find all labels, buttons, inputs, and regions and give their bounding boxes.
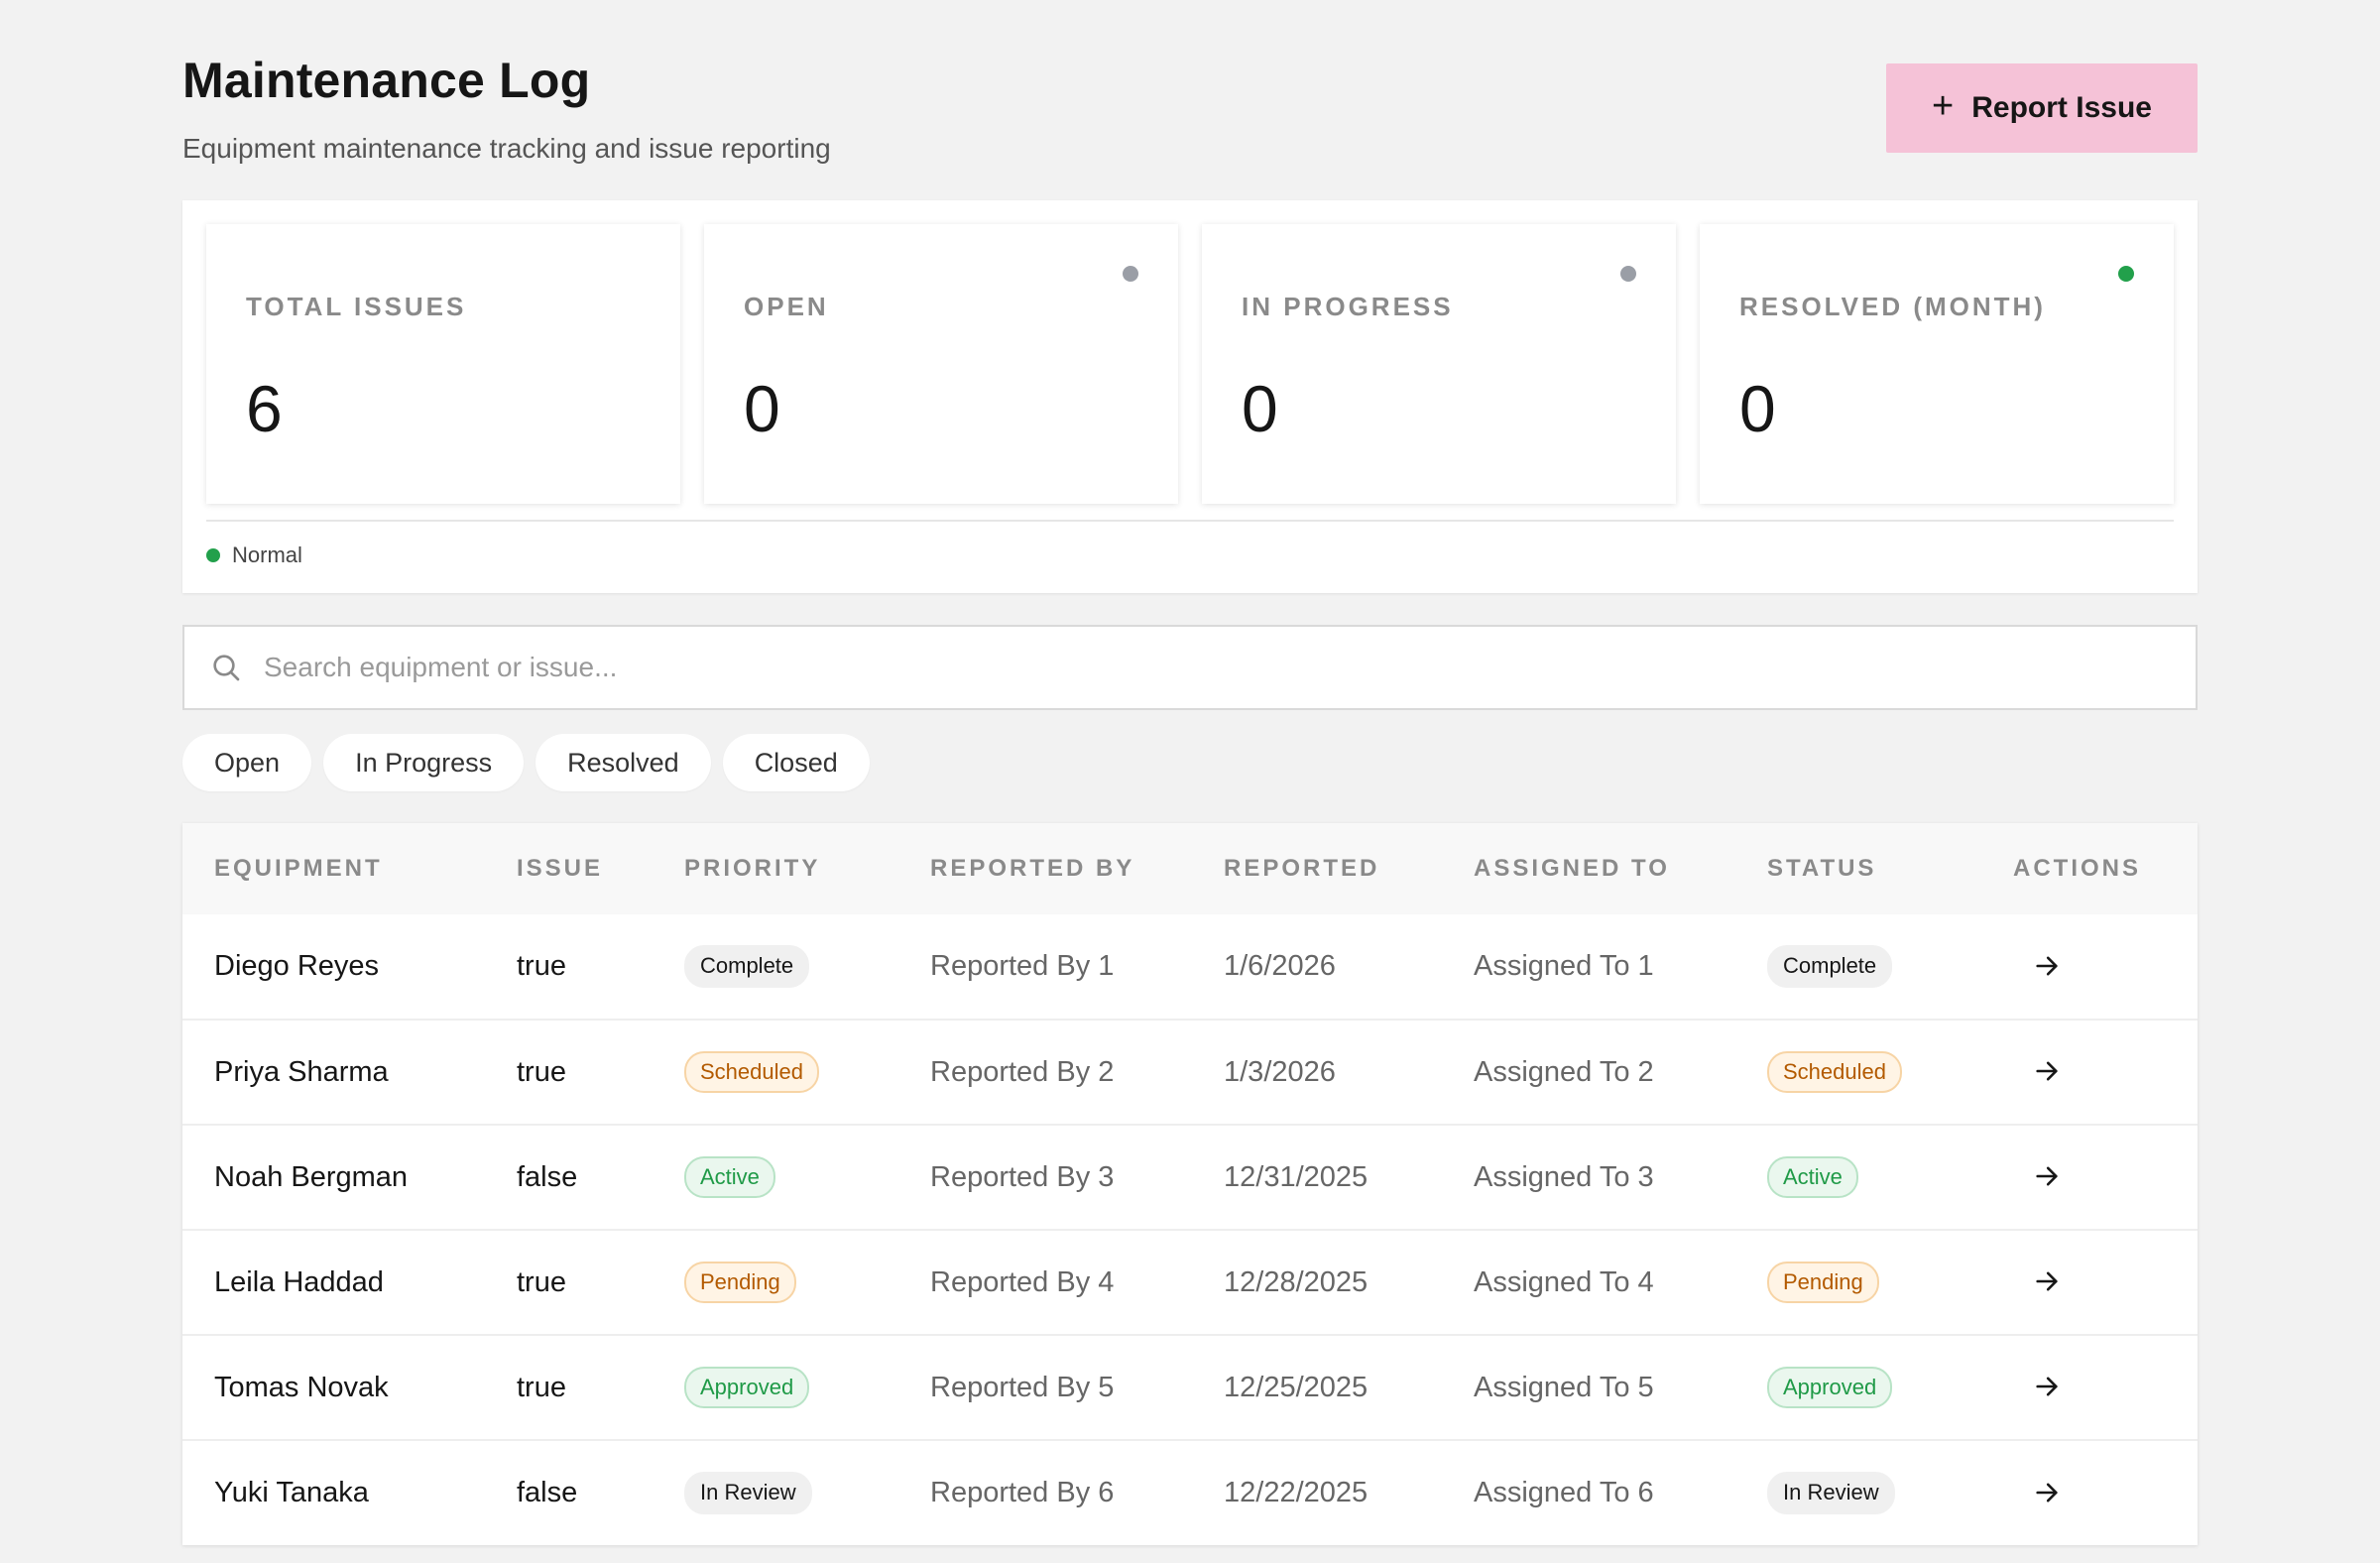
status-dot-icon (2118, 266, 2134, 282)
arrow-right-icon[interactable] (2027, 1262, 2067, 1301)
cell-reported: 1/3/2026 (1224, 1055, 1336, 1088)
column-header-reported[interactable]: REPORTED (1192, 823, 1442, 914)
stat-value: 0 (1242, 372, 1278, 445)
table-row[interactable]: Noah Bergman false Active Reported By 3 … (182, 1125, 2198, 1230)
stats-panel: TOTAL ISSUES 6 OPEN 0 IN PROGRESS 0 RESO… (182, 200, 2198, 593)
cell-assigned-to: Assigned To 5 (1474, 1371, 1654, 1403)
table-row[interactable]: Diego Reyes true Complete Reported By 1 … (182, 914, 2198, 1020)
column-header-equipment[interactable]: EQUIPMENT (182, 823, 485, 914)
arrow-right-icon[interactable] (2027, 1473, 2067, 1512)
cell-equipment: Noah Bergman (214, 1160, 409, 1193)
cell-reported-by: Reported By 3 (930, 1160, 1115, 1193)
stat-value: 0 (1739, 372, 1776, 445)
cell-assigned-to: Assigned To 2 (1474, 1055, 1654, 1088)
cell-reported-by: Reported By 6 (930, 1477, 1115, 1508)
stat-card-open: OPEN 0 (704, 224, 1178, 504)
cell-equipment: Tomas Novak (214, 1371, 389, 1403)
column-header-assigned-to[interactable]: ASSIGNED TO (1442, 823, 1735, 914)
priority-badge: In Review (684, 1472, 812, 1514)
cell-equipment: Diego Reyes (214, 950, 380, 982)
column-header-reported-by[interactable]: REPORTED BY (898, 823, 1192, 914)
cell-reported: 12/31/2025 (1224, 1160, 1368, 1193)
search-icon (210, 652, 242, 683)
arrow-right-icon[interactable] (2027, 1367, 2067, 1406)
status-badge: Approved (1767, 1366, 1893, 1409)
status-filters: Open In Progress Resolved Closed (182, 734, 870, 791)
filter-chip-in-progress[interactable]: In Progress (323, 734, 525, 791)
stat-value: 6 (246, 372, 283, 445)
cell-issue: false (517, 1160, 578, 1193)
stat-label: IN PROGRESS (1242, 292, 1454, 321)
status-badge: Active (1767, 1155, 1858, 1199)
status-badge: Scheduled (1767, 1050, 1902, 1094)
search-input[interactable] (264, 652, 2148, 683)
cell-assigned-to: Assigned To 1 (1474, 950, 1654, 982)
report-issue-button[interactable]: + Report Issue (1886, 63, 2198, 153)
arrow-right-icon[interactable] (2027, 1051, 2067, 1091)
column-header-priority[interactable]: PRIORITY (653, 823, 898, 914)
status-dot-icon (1123, 266, 1138, 282)
table-row[interactable]: Yuki Tanaka false In Review Reported By … (182, 1440, 2198, 1545)
column-header-status[interactable]: STATUS (1735, 823, 1981, 914)
priority-badge: Approved (684, 1366, 810, 1409)
filter-chip-resolved[interactable]: Resolved (536, 734, 711, 791)
cell-assigned-to: Assigned To 6 (1474, 1477, 1654, 1508)
divider (206, 520, 2174, 522)
cell-reported: 12/25/2025 (1224, 1371, 1368, 1403)
filter-chip-open[interactable]: Open (182, 734, 312, 791)
search-bar (182, 625, 2198, 710)
cell-issue: true (517, 950, 566, 982)
page: Maintenance Log Equipment maintenance tr… (182, 0, 2198, 1545)
cell-reported-by: Reported By 4 (930, 1265, 1115, 1298)
cell-issue: true (517, 1265, 566, 1298)
cell-reported-by: Reported By 1 (930, 950, 1115, 982)
table-row[interactable]: Leila Haddad true Pending Reported By 4 … (182, 1230, 2198, 1335)
report-issue-label: Report Issue (1971, 91, 2152, 124)
cell-issue: true (517, 1055, 566, 1088)
table-row[interactable]: Tomas Novak true Approved Reported By 5 … (182, 1335, 2198, 1440)
issues-table: EQUIPMENT ISSUE PRIORITY REPORTED BY REP… (182, 823, 2198, 1545)
cell-reported: 12/28/2025 (1224, 1265, 1368, 1298)
status-dot-icon (1620, 266, 1636, 282)
legend-dot-icon (206, 548, 220, 562)
legend-label: Normal (232, 542, 302, 567)
cell-equipment: Priya Sharma (214, 1055, 389, 1088)
page-title: Maintenance Log (182, 53, 591, 108)
cell-assigned-to: Assigned To 3 (1474, 1160, 1654, 1193)
cell-issue: true (517, 1371, 566, 1403)
cell-reported-by: Reported By 5 (930, 1371, 1115, 1403)
status-badge: Complete (1767, 945, 1893, 988)
stat-card-total-issues: TOTAL ISSUES 6 (206, 224, 680, 504)
status-badge: Pending (1767, 1261, 1879, 1304)
stat-value: 0 (744, 372, 780, 445)
status-badge: In Review (1767, 1472, 1895, 1514)
table-row[interactable]: Priya Sharma true Scheduled Reported By … (182, 1020, 2198, 1125)
stat-label: RESOLVED (MONTH) (1739, 292, 2046, 321)
filter-chip-closed[interactable]: Closed (722, 734, 870, 791)
page-header: Maintenance Log Equipment maintenance tr… (182, 0, 2198, 198)
table-header-row: EQUIPMENT ISSUE PRIORITY REPORTED BY REP… (182, 823, 2198, 914)
plus-icon: + (1932, 85, 1955, 127)
arrow-right-icon[interactable] (2027, 946, 2067, 986)
stat-label: TOTAL ISSUES (246, 292, 467, 321)
priority-badge: Active (684, 1155, 775, 1199)
cell-reported: 12/22/2025 (1224, 1477, 1368, 1508)
priority-badge: Complete (684, 945, 810, 988)
stat-card-resolved-month: RESOLVED (MONTH) 0 (1700, 224, 2174, 504)
cell-reported-by: Reported By 2 (930, 1055, 1115, 1088)
priority-badge: Pending (684, 1261, 796, 1304)
cell-reported: 1/6/2026 (1224, 950, 1336, 982)
stat-card-in-progress: IN PROGRESS 0 (1202, 224, 1676, 504)
status-legend: Normal (206, 538, 302, 573)
cell-equipment: Yuki Tanaka (214, 1477, 369, 1508)
column-header-actions: ACTIONS (2013, 855, 2141, 882)
cell-assigned-to: Assigned To 4 (1474, 1265, 1654, 1298)
stat-label: OPEN (744, 292, 829, 321)
priority-badge: Scheduled (684, 1050, 819, 1094)
cell-equipment: Leila Haddad (214, 1265, 384, 1298)
column-header-issue[interactable]: ISSUE (485, 823, 653, 914)
page-subtitle: Equipment maintenance tracking and issue… (182, 133, 831, 164)
arrow-right-icon[interactable] (2027, 1156, 2067, 1196)
cell-issue: false (517, 1477, 578, 1508)
